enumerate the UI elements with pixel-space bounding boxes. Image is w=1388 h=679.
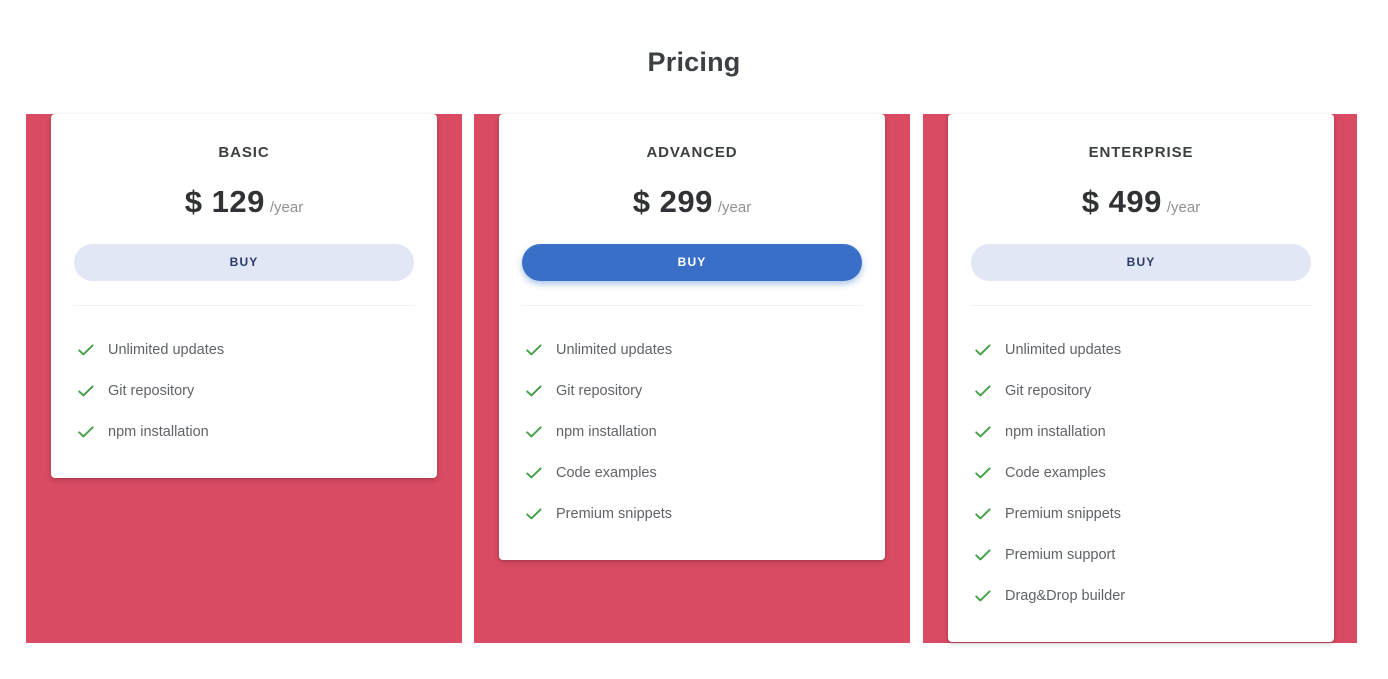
plan-name: ADVANCED (521, 143, 863, 163)
feature-label: Unlimited updates (1005, 340, 1121, 360)
feature-list: Unlimited updates Git repository npm insta… (948, 306, 1334, 642)
feature-item: Unlimited updates (948, 329, 1334, 370)
feature-item: Premium support (948, 534, 1334, 575)
buy-button[interactable]: BUY (971, 244, 1311, 281)
pricing-plans-row: BASIC $ 129/year BUY Unlimited updates Git r… (0, 114, 1388, 644)
feature-item: Unlimited updates (499, 329, 885, 370)
feature-label: npm installation (1005, 422, 1106, 442)
pricing-plan-enterprise: ENTERPRISE $ 499/year BUY Unlimited updates… (923, 114, 1357, 643)
plan-header: ADVANCED $ 299/year BUY (499, 114, 885, 306)
plan-price: $ 299 (633, 184, 713, 219)
check-icon (76, 340, 96, 360)
check-icon (76, 422, 96, 442)
plan-card: ENTERPRISE $ 499/year BUY Unlimited updates… (948, 114, 1334, 642)
check-icon (973, 504, 993, 524)
page-title: Pricing (0, 43, 1388, 81)
feature-label: Unlimited updates (108, 340, 224, 360)
plan-price: $ 129 (185, 184, 265, 219)
buy-button[interactable]: BUY (522, 244, 862, 281)
feature-item: npm installation (499, 411, 885, 452)
pricing-plan-basic: BASIC $ 129/year BUY Unlimited updates Git r… (26, 114, 462, 643)
feature-item: Drag&Drop builder (948, 575, 1334, 616)
check-icon (76, 381, 96, 401)
check-icon (973, 545, 993, 565)
feature-item: Premium snippets (948, 493, 1334, 534)
buy-button[interactable]: BUY (74, 244, 414, 281)
feature-list: Unlimited updates Git repository npm insta… (51, 306, 437, 478)
check-icon (973, 422, 993, 442)
feature-item: Git repository (51, 370, 437, 411)
feature-label: npm installation (556, 422, 657, 442)
feature-item: Git repository (948, 370, 1334, 411)
feature-label: Git repository (108, 381, 194, 401)
plan-header: ENTERPRISE $ 499/year BUY (948, 114, 1334, 306)
check-icon (973, 381, 993, 401)
check-icon (524, 504, 544, 524)
feature-label: Premium snippets (556, 504, 672, 524)
feature-label: Git repository (1005, 381, 1091, 401)
feature-item: Premium snippets (499, 493, 885, 534)
pricing-plan-advanced: ADVANCED $ 299/year BUY Unlimited updates Gi… (474, 114, 910, 643)
plan-billing-period: /year (1167, 199, 1200, 216)
plan-price: $ 499 (1082, 184, 1162, 219)
plan-price-row: $ 299/year (521, 184, 863, 220)
plan-header: BASIC $ 129/year BUY (51, 114, 437, 306)
feature-label: Git repository (556, 381, 642, 401)
plan-card: ADVANCED $ 299/year BUY Unlimited updates Gi… (499, 114, 885, 560)
feature-item: npm installation (948, 411, 1334, 452)
feature-label: Premium support (1005, 545, 1115, 565)
feature-label: Unlimited updates (556, 340, 672, 360)
plan-price-row: $ 499/year (970, 184, 1312, 220)
feature-item: Code examples (499, 452, 885, 493)
feature-label: Drag&Drop builder (1005, 586, 1125, 606)
feature-label: Code examples (1005, 463, 1106, 483)
plan-card: BASIC $ 129/year BUY Unlimited updates Git r… (51, 114, 437, 478)
feature-item: Git repository (499, 370, 885, 411)
plan-billing-period: /year (718, 199, 751, 216)
check-icon (524, 422, 544, 442)
plan-name: BASIC (73, 143, 415, 163)
check-icon (524, 381, 544, 401)
check-icon (973, 340, 993, 360)
feature-label: npm installation (108, 422, 209, 442)
check-icon (524, 463, 544, 483)
feature-item: Code examples (948, 452, 1334, 493)
feature-list: Unlimited updates Git repository npm insta… (499, 306, 885, 560)
feature-item: npm installation (51, 411, 437, 452)
check-icon (973, 586, 993, 606)
check-icon (524, 340, 544, 360)
feature-item: Unlimited updates (51, 329, 437, 370)
plan-billing-period: /year (270, 199, 303, 216)
check-icon (973, 463, 993, 483)
plan-price-row: $ 129/year (73, 184, 415, 220)
feature-label: Premium snippets (1005, 504, 1121, 524)
plan-name: ENTERPRISE (970, 143, 1312, 163)
feature-label: Code examples (556, 463, 657, 483)
